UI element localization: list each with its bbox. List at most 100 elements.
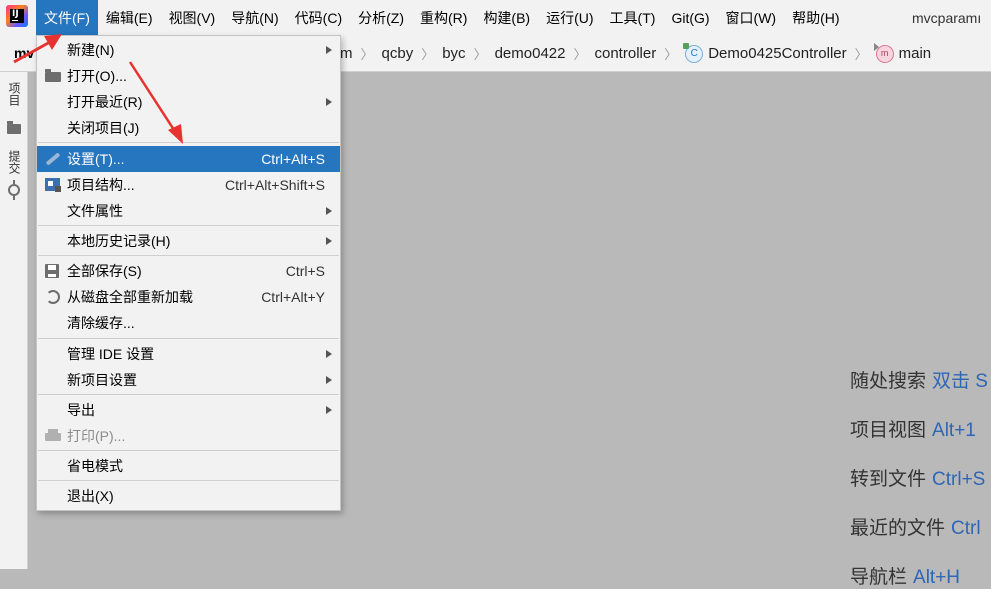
hint-text: 项目视图 xyxy=(850,420,927,441)
breadcrumb-root[interactable]: mv xyxy=(14,36,34,71)
menu-item-reload-all[interactable]: 从磁盘全部重新加载 Ctrl+Alt+Y xyxy=(37,284,340,310)
chevron-right-icon: 〉 xyxy=(573,47,587,62)
menu-item-label: 清除缓存... xyxy=(67,315,135,331)
breadcrumb-class-label: Demo0425Controller xyxy=(708,45,847,62)
menu-item-exit[interactable]: 退出(X) xyxy=(37,483,340,509)
menu-item-save-all[interactable]: 全部保存(S) Ctrl+S xyxy=(37,258,340,284)
menu-window[interactable]: 窗口(W) xyxy=(718,0,785,36)
menu-items: 文件(F) 编辑(E) 视图(V) 导航(N) 代码(C) 分析(Z) 重构(R… xyxy=(36,0,848,36)
hint-text: 转到文件 xyxy=(850,469,927,490)
hint-navigation-bar: 导航栏 Alt+H xyxy=(850,562,960,589)
menu-run[interactable]: 运行(U) xyxy=(538,0,601,36)
reload-icon xyxy=(46,290,60,304)
menu-item-label: 打开最近(R) xyxy=(67,94,143,110)
menu-item-new-project-settings[interactable]: 新项目设置 xyxy=(37,367,340,393)
commit-tab-label: 提交 xyxy=(7,150,21,174)
submenu-arrow-icon xyxy=(326,376,332,384)
chevron-right-icon: 〉 xyxy=(473,47,487,62)
menu-view[interactable]: 视图(V) xyxy=(161,0,224,36)
breadcrumb: m 〉 qcby 〉 byc 〉 demo0422 〉 controller 〉… xyxy=(340,36,931,71)
menu-item-shortcut: Ctrl+Alt+S xyxy=(261,151,325,167)
submenu-arrow-icon xyxy=(326,237,332,245)
print-icon xyxy=(45,429,61,441)
menu-file[interactable]: 文件(F) xyxy=(36,0,98,36)
menu-bar: IJ 文件(F) 编辑(E) 视图(V) 导航(N) 代码(C) 分析(Z) 重… xyxy=(0,0,991,36)
project-title: mvcparamı xyxy=(912,10,982,26)
hint-recent-files: 最近的文件 Ctrl xyxy=(850,513,981,540)
commit-tool-tab[interactable]: 提交 xyxy=(0,146,27,202)
hint-text: 随处搜索 xyxy=(850,371,927,392)
menu-item-label: 新项目设置 xyxy=(67,372,137,388)
menu-item-new[interactable]: 新建(N) xyxy=(37,37,340,63)
project-structure-icon xyxy=(45,178,61,192)
breadcrumb-item-class[interactable]: C Demo0425Controller xyxy=(683,42,847,63)
hint-shortcut: 双击 S xyxy=(932,371,988,392)
menu-item-export[interactable]: 导出 xyxy=(37,397,340,423)
submenu-arrow-icon xyxy=(326,46,332,54)
menu-item-label: 文件属性 xyxy=(67,203,123,219)
submenu-arrow-icon xyxy=(326,98,332,106)
menu-item-label: 新建(N) xyxy=(67,42,115,58)
hint-text: 最近的文件 xyxy=(850,518,946,539)
menu-edit[interactable]: 编辑(E) xyxy=(98,0,161,36)
menu-help[interactable]: 帮助(H) xyxy=(784,0,847,36)
menu-item-manage-ide-settings[interactable]: 管理 IDE 设置 xyxy=(37,341,340,367)
menu-item-label: 项目结构... xyxy=(67,177,135,193)
menu-item-label: 关闭项目(J) xyxy=(67,120,140,136)
menu-item-settings[interactable]: 设置(T)... Ctrl+Alt+S xyxy=(37,146,340,172)
menu-separator xyxy=(38,225,339,226)
folder-icon xyxy=(7,121,21,134)
menu-separator xyxy=(38,142,339,143)
project-tab-label: 项目 xyxy=(7,82,21,106)
menu-item-invalidate-caches[interactable]: 清除缓存... xyxy=(37,310,340,336)
menu-item-file-properties[interactable]: 文件属性 xyxy=(37,198,340,224)
menu-separator xyxy=(38,255,339,256)
chevron-right-icon: 〉 xyxy=(854,47,868,62)
menu-refactor[interactable]: 重构(R) xyxy=(412,0,475,36)
menu-separator xyxy=(38,450,339,451)
menu-item-label: 退出(X) xyxy=(67,488,114,504)
left-tool-strip: 项目 提交 xyxy=(0,72,28,569)
menu-item-local-history[interactable]: 本地历史记录(H) xyxy=(37,228,340,254)
breadcrumb-item-method[interactable]: m main xyxy=(873,42,932,63)
hint-search-everywhere: 随处搜索 双击 S xyxy=(850,366,988,393)
breadcrumb-item-controller[interactable]: controller xyxy=(595,45,657,62)
breadcrumb-method-label: main xyxy=(898,45,932,62)
breadcrumb-item-qcby[interactable]: qcby xyxy=(382,45,414,62)
menu-git[interactable]: Git(G) xyxy=(663,0,717,36)
file-menu-dropdown: 新建(N) 打开(O)... 打开最近(R) 关闭项目(J) 设置(T)... … xyxy=(36,35,341,511)
hint-project-view: 项目视图 Alt+1 xyxy=(850,415,976,442)
menu-separator xyxy=(38,338,339,339)
method-icon: m xyxy=(873,42,894,63)
menu-analyze[interactable]: 分析(Z) xyxy=(350,0,412,36)
menu-item-shortcut: Ctrl+Alt+Shift+S xyxy=(225,177,325,193)
menu-build[interactable]: 构建(B) xyxy=(475,0,538,36)
menu-item-close-project[interactable]: 关闭项目(J) xyxy=(37,115,340,141)
submenu-arrow-icon xyxy=(326,406,332,414)
hint-shortcut: Ctrl xyxy=(951,518,981,539)
breadcrumb-item-demo0422[interactable]: demo0422 xyxy=(495,45,566,62)
menu-tools[interactable]: 工具(T) xyxy=(602,0,664,36)
hint-text: 导航栏 xyxy=(850,567,908,588)
chevron-right-icon: 〉 xyxy=(421,47,435,62)
menu-item-open[interactable]: 打开(O)... xyxy=(37,63,340,89)
menu-item-label: 打开(O)... xyxy=(67,68,127,84)
project-tool-tab[interactable]: 项目 xyxy=(0,80,27,136)
menu-item-label: 管理 IDE 设置 xyxy=(67,346,155,362)
breadcrumb-item-byc[interactable]: byc xyxy=(442,45,465,62)
chevron-right-icon: 〉 xyxy=(360,47,374,62)
folder-open-icon xyxy=(45,69,61,82)
menu-item-print[interactable]: 打印(P)... xyxy=(37,423,340,449)
class-icon: C xyxy=(683,42,704,63)
intellij-logo-icon: IJ xyxy=(6,5,28,27)
menu-item-project-structure[interactable]: 项目结构... Ctrl+Alt+Shift+S xyxy=(37,172,340,198)
menu-code[interactable]: 代码(C) xyxy=(287,0,350,36)
commit-icon xyxy=(8,180,20,200)
chevron-right-icon: 〉 xyxy=(664,47,678,62)
save-icon xyxy=(45,264,59,278)
menu-item-label: 省电模式 xyxy=(67,458,123,474)
menu-item-open-recent[interactable]: 打开最近(R) xyxy=(37,89,340,115)
breadcrumb-item[interactable]: m xyxy=(340,45,353,62)
menu-navigate[interactable]: 导航(N) xyxy=(223,0,286,36)
menu-item-power-save-mode[interactable]: 省电模式 xyxy=(37,453,340,479)
